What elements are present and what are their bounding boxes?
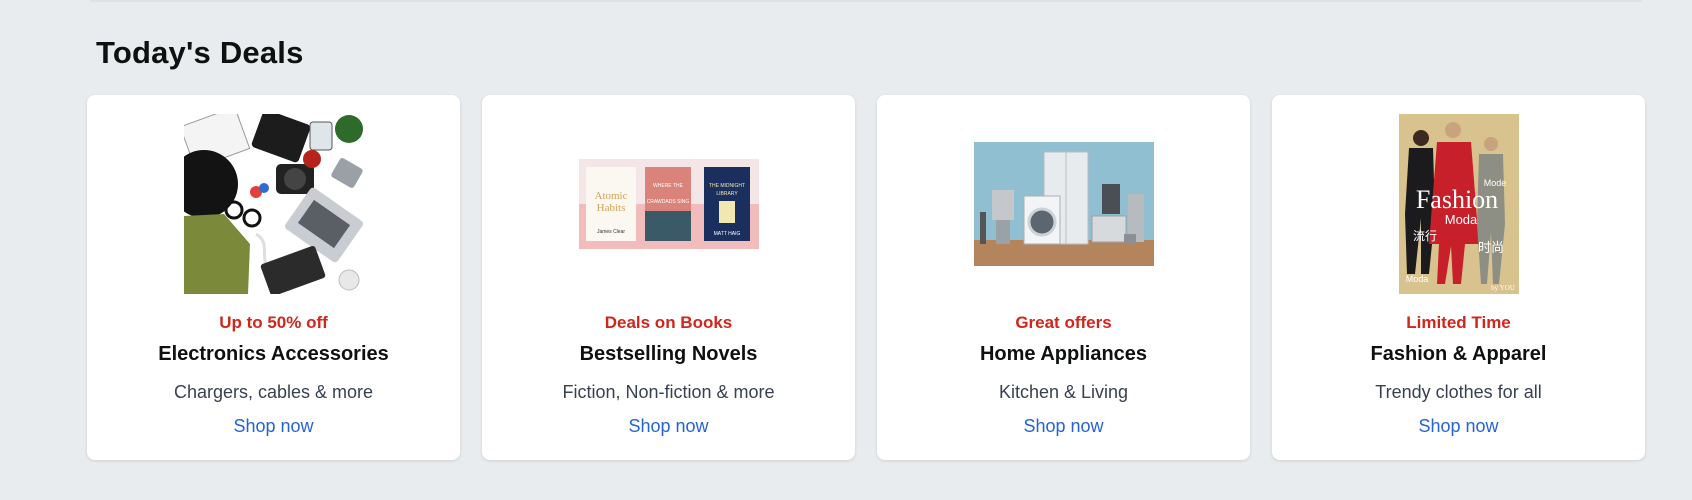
electronics-image[interactable] xyxy=(87,113,460,295)
deal-card-books[interactable]: Atomic Habits James Clear WHERE THE CRAW… xyxy=(482,95,855,460)
deal-badge: Up to 50% off xyxy=(219,313,328,332)
top-divider xyxy=(90,0,1642,2)
cover-word-cjk2: 时尚 xyxy=(1477,241,1503,256)
deal-card-appliances[interactable]: Great offers Home Appliances Kitchen & L… xyxy=(877,95,1250,460)
appliances-photo xyxy=(973,142,1154,266)
cover-headline: Fashion xyxy=(1415,185,1497,214)
deals-grid: Up to 50% off Electronics Accessories Ch… xyxy=(87,95,1645,460)
deal-title[interactable]: Electronics Accessories xyxy=(87,343,460,366)
deal-subtitle: Fiction, Non-fiction & more xyxy=(562,382,775,402)
book3-author: MATT HAIG xyxy=(713,231,740,237)
book3-line2: LIBRARY xyxy=(716,191,738,197)
shop-now-link[interactable]: Shop now xyxy=(1272,416,1645,437)
book2-line2: CRAWDADS SING xyxy=(646,199,689,205)
deal-card-electronics[interactable]: Up to 50% off Electronics Accessories Ch… xyxy=(87,95,460,460)
deal-subtitle: Chargers, cables & more xyxy=(173,382,374,402)
electronics-photo xyxy=(183,114,364,294)
deal-card-fashion[interactable]: Fashion Mode Moda 流行 时尚 Moda by YOU Limi… xyxy=(1272,95,1645,460)
fashion-cover: Fashion Mode Moda 流行 时尚 Moda by YOU xyxy=(1398,114,1519,294)
fashion-image[interactable]: Fashion Mode Moda 流行 时尚 Moda by YOU xyxy=(1272,113,1645,295)
cover-word-moda2: Moda xyxy=(1405,274,1428,284)
deal-subtitle: Kitchen & Living xyxy=(998,382,1129,402)
deal-title[interactable]: Bestselling Novels xyxy=(482,343,855,366)
shop-now-link[interactable]: Shop now xyxy=(482,416,855,437)
shop-now-link[interactable]: Shop now xyxy=(87,416,460,437)
cover-word-byyou: by YOU xyxy=(1491,284,1515,292)
deal-title[interactable]: Fashion & Apparel xyxy=(1272,343,1645,366)
book1-author: James Clear xyxy=(596,229,624,235)
deal-title[interactable]: Home Appliances xyxy=(877,343,1250,366)
book3-line1: THE MIDNIGHT xyxy=(708,183,744,189)
cover-word-moda: Moda xyxy=(1444,212,1477,227)
book1-line2: Habits xyxy=(596,202,625,214)
section-title: Today's Deals xyxy=(96,35,304,70)
appliances-image[interactable] xyxy=(877,113,1250,295)
deal-badge: Deals on Books xyxy=(604,313,733,332)
books-image[interactable]: Atomic Habits James Clear WHERE THE CRAW… xyxy=(482,113,855,295)
books-photo: Atomic Habits James Clear WHERE THE CRAW… xyxy=(578,159,759,249)
book2-line1: WHERE THE xyxy=(653,183,684,189)
deal-subtitle: Trendy clothes for all xyxy=(1375,382,1542,402)
deal-badge: Great offers xyxy=(1015,313,1112,332)
cover-word-mode: Mode xyxy=(1483,178,1506,188)
book1-line1: Atomic xyxy=(594,190,627,202)
shop-now-link[interactable]: Shop now xyxy=(877,416,1250,437)
deal-badge: Limited Time xyxy=(1406,313,1511,332)
cover-word-cjk1: 流行 xyxy=(1412,229,1436,243)
